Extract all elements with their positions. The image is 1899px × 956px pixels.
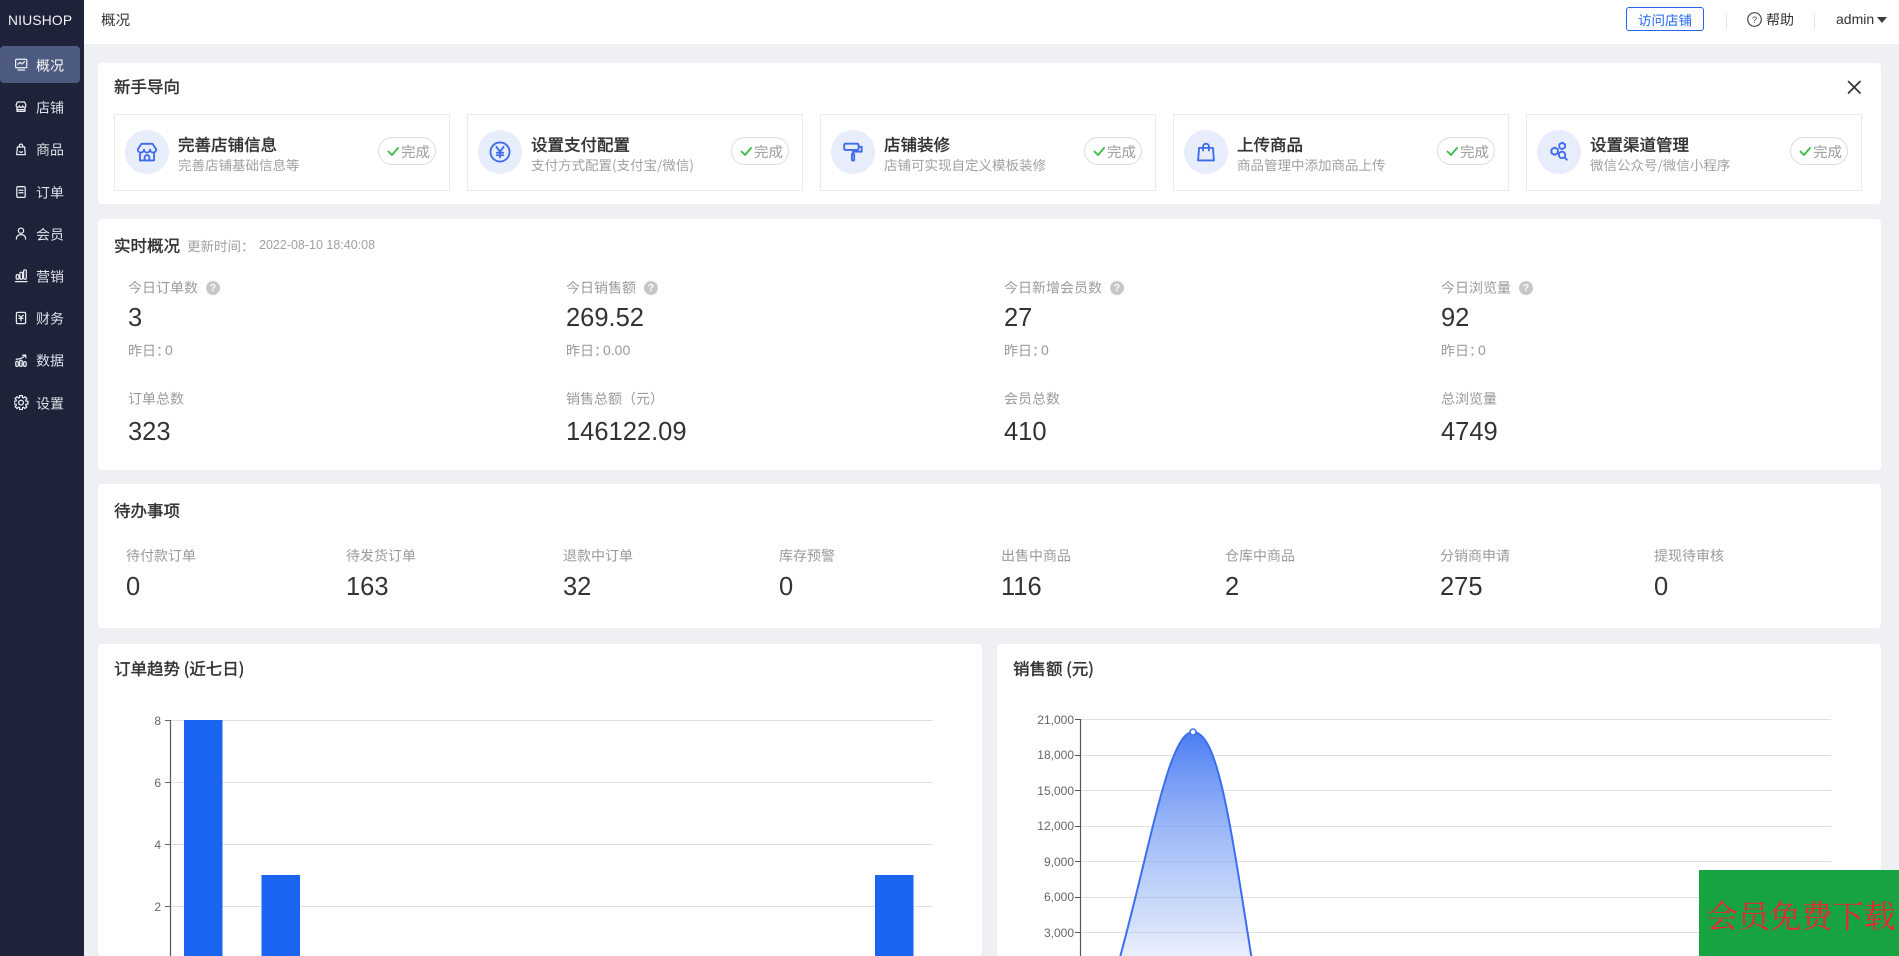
svg-text:?: ? <box>1752 15 1757 26</box>
